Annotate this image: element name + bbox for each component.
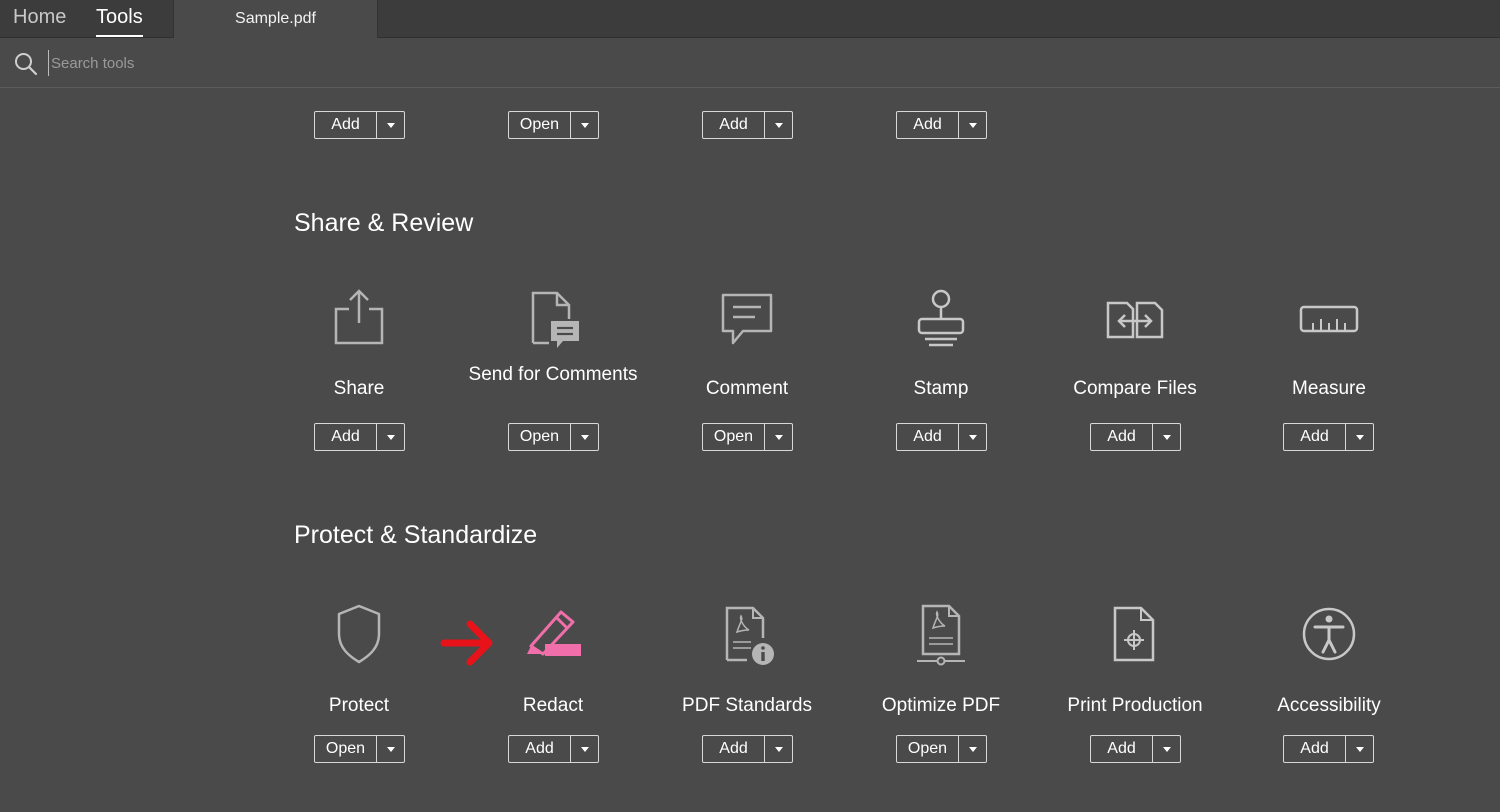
tool-label: Print Production bbox=[1067, 695, 1203, 716]
compare-files-icon bbox=[1106, 301, 1164, 339]
chevron-down-icon bbox=[774, 746, 783, 752]
document-tab[interactable]: Sample.pdf bbox=[173, 0, 378, 38]
add-button[interactable]: Add bbox=[897, 424, 959, 450]
tools-content: Add Open Add Add Share & Review Share Se… bbox=[0, 89, 1500, 812]
dropdown-toggle[interactable] bbox=[571, 424, 598, 450]
tool-button-group: Add bbox=[314, 111, 405, 139]
chevron-down-icon bbox=[580, 746, 589, 752]
tool-button-group: Add bbox=[1090, 735, 1181, 763]
add-button[interactable]: Add bbox=[703, 112, 765, 138]
dropdown-toggle[interactable] bbox=[959, 736, 986, 762]
tool-label: Share bbox=[333, 378, 385, 399]
add-button[interactable]: Add bbox=[1284, 424, 1346, 450]
tool-button-group: Open bbox=[702, 423, 793, 451]
section-title-protect-standardize: Protect & Standardize bbox=[294, 521, 538, 549]
tool-button-group: Add bbox=[1283, 735, 1374, 763]
chevron-down-icon bbox=[968, 434, 977, 440]
stamp-icon bbox=[917, 289, 965, 347]
pdf-standards-icon bbox=[725, 606, 774, 665]
search-input[interactable] bbox=[48, 50, 648, 76]
open-button[interactable]: Open bbox=[315, 736, 377, 762]
add-button[interactable]: Add bbox=[1284, 736, 1346, 762]
open-button[interactable]: Open bbox=[509, 112, 571, 138]
tool-button-group: Add bbox=[702, 735, 793, 763]
open-button[interactable]: Open bbox=[509, 424, 571, 450]
dropdown-toggle[interactable] bbox=[765, 112, 792, 138]
print-production-icon bbox=[1113, 606, 1155, 662]
dropdown-toggle[interactable] bbox=[571, 112, 598, 138]
comment-icon bbox=[721, 293, 773, 345]
chevron-down-icon bbox=[968, 746, 977, 752]
tool-button-group: Open bbox=[314, 735, 405, 763]
open-button[interactable]: Open bbox=[897, 736, 959, 762]
dropdown-toggle[interactable] bbox=[765, 736, 792, 762]
search-bar bbox=[0, 38, 1500, 88]
dropdown-toggle[interactable] bbox=[1153, 424, 1180, 450]
tool-label: Send for Comments bbox=[468, 364, 638, 385]
dropdown-toggle[interactable] bbox=[1346, 736, 1373, 762]
tool-button-group: Open bbox=[508, 111, 599, 139]
share-icon bbox=[334, 289, 384, 345]
dropdown-toggle[interactable] bbox=[959, 424, 986, 450]
tool-label: Protect bbox=[328, 695, 390, 716]
tool-label: Redact bbox=[522, 695, 584, 716]
dropdown-toggle[interactable] bbox=[1346, 424, 1373, 450]
add-button[interactable]: Add bbox=[897, 112, 959, 138]
chevron-down-icon bbox=[968, 122, 977, 128]
tool-label: Optimize PDF bbox=[881, 695, 1001, 716]
chevron-down-icon bbox=[386, 434, 395, 440]
chevron-down-icon bbox=[580, 122, 589, 128]
add-button[interactable]: Add bbox=[315, 424, 377, 450]
tool-button-group: Add bbox=[508, 735, 599, 763]
top-bar: Home Tools Sample.pdf bbox=[0, 0, 1500, 38]
tool-label: Accessibility bbox=[1277, 695, 1381, 716]
dropdown-toggle[interactable] bbox=[377, 424, 404, 450]
tool-button-group: Add bbox=[314, 423, 405, 451]
tool-label: PDF Standards bbox=[682, 695, 812, 716]
chevron-down-icon bbox=[1355, 746, 1364, 752]
tool-button-group: Add bbox=[896, 111, 987, 139]
dropdown-toggle[interactable] bbox=[377, 736, 404, 762]
ruler-icon bbox=[1299, 305, 1359, 333]
tool-button-group: Add bbox=[1090, 423, 1181, 451]
add-button[interactable]: Add bbox=[1091, 424, 1153, 450]
tool-label: Stamp bbox=[913, 378, 969, 399]
section-title-share-review: Share & Review bbox=[294, 209, 474, 237]
dropdown-toggle[interactable] bbox=[1153, 736, 1180, 762]
chevron-down-icon bbox=[580, 434, 589, 440]
chevron-down-icon bbox=[386, 122, 395, 128]
add-button[interactable]: Add bbox=[509, 736, 571, 762]
chevron-down-icon bbox=[774, 434, 783, 440]
tool-label: Measure bbox=[1292, 378, 1366, 399]
dropdown-toggle[interactable] bbox=[377, 112, 404, 138]
chevron-down-icon bbox=[774, 122, 783, 128]
add-button[interactable]: Add bbox=[703, 736, 765, 762]
tool-button-group: Add bbox=[1283, 423, 1374, 451]
optimize-pdf-icon bbox=[917, 604, 965, 666]
open-button[interactable]: Open bbox=[703, 424, 765, 450]
nav-tab-home[interactable]: Home bbox=[13, 6, 66, 29]
annotation-arrow-icon bbox=[440, 620, 493, 666]
search-icon[interactable] bbox=[13, 51, 39, 77]
tool-button-group: Add bbox=[896, 423, 987, 451]
shield-icon bbox=[337, 604, 381, 664]
tool-label: Compare Files bbox=[1073, 378, 1197, 399]
add-button[interactable]: Add bbox=[1091, 736, 1153, 762]
chevron-down-icon bbox=[1162, 746, 1171, 752]
chevron-down-icon bbox=[1355, 434, 1364, 440]
tool-button-group: Open bbox=[508, 423, 599, 451]
dropdown-toggle[interactable] bbox=[765, 424, 792, 450]
tool-button-group: Open bbox=[896, 735, 987, 763]
chevron-down-icon bbox=[386, 746, 395, 752]
add-button[interactable]: Add bbox=[315, 112, 377, 138]
tool-label: Comment bbox=[705, 378, 789, 399]
tool-button-group: Add bbox=[702, 111, 793, 139]
send-for-comments-icon bbox=[531, 291, 579, 348]
nav-tab-tools[interactable]: Tools bbox=[96, 6, 143, 37]
accessibility-icon bbox=[1302, 607, 1356, 661]
redact-marker-icon bbox=[527, 610, 581, 656]
dropdown-toggle[interactable] bbox=[571, 736, 598, 762]
chevron-down-icon bbox=[1162, 434, 1171, 440]
dropdown-toggle[interactable] bbox=[959, 112, 986, 138]
